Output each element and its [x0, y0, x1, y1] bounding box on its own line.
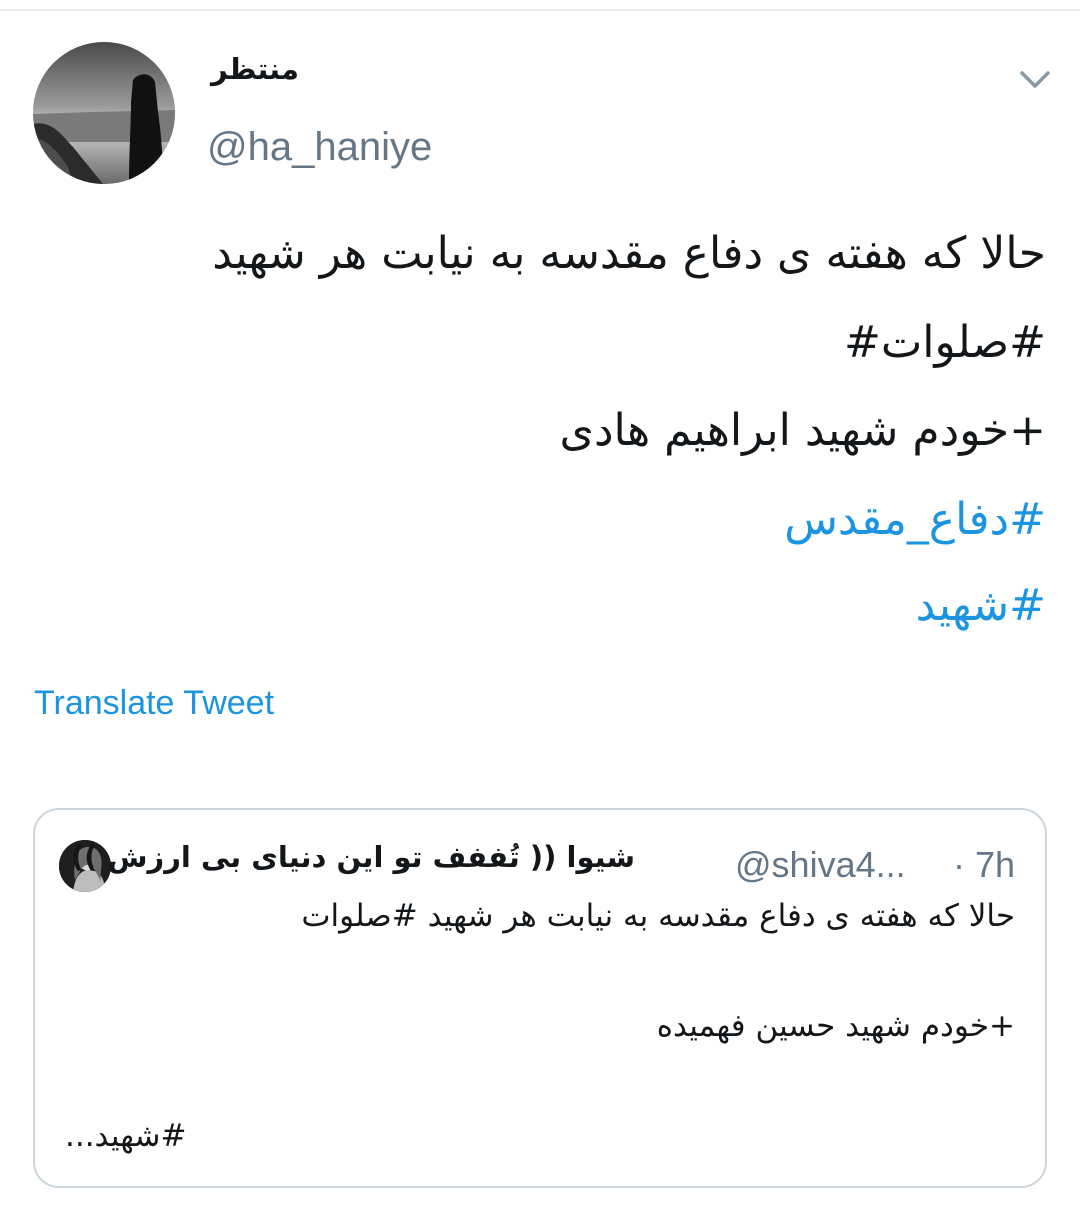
hashtag-salavat: #صلوات#: [843, 317, 1046, 368]
avatar-image: [33, 42, 175, 184]
tweet-text-line: حالا که هفته ی دفاع مقدسه به نیابت هر شه…: [212, 228, 1046, 279]
author-handle[interactable]: @ha_haniye: [207, 125, 432, 170]
divider: [0, 9, 1080, 11]
hashtag-link-defa-moghadas[interactable]: #دفاع_مقدس: [784, 494, 1046, 545]
quoted-text-line: حالا که هفته ی دفاع مقدسه به نیابت هر شه…: [301, 898, 1015, 934]
quoted-timestamp: · 7h: [953, 844, 1016, 885]
quoted-display-name: شیوا (( تُففف تو این دنیای بی ارزش )): [70, 840, 635, 874]
tweet-page: منتظر @ha_haniye حالا که هفته ی دفاع مقد…: [0, 0, 1080, 1210]
hashtag-link-shahid[interactable]: #شهید: [916, 580, 1046, 631]
author-display-name[interactable]: منتظر: [200, 52, 310, 86]
quoted-text-line: +خودم شهید حسین فهمیده: [656, 1008, 1015, 1044]
translate-tweet-link[interactable]: Translate Tweet: [34, 684, 274, 723]
chevron-down-icon[interactable]: [1016, 64, 1054, 94]
tweet-text-line: +خودم شهید ابراهیم هادی: [559, 405, 1047, 456]
quoted-tweet-card[interactable]: شیوا (( تُففف تو این دنیای بی ارزش )) @s…: [33, 808, 1047, 1188]
quoted-handle: @shiva4...: [735, 844, 906, 885]
quoted-text-truncated: #شهید...: [65, 1118, 187, 1154]
author-avatar[interactable]: [33, 42, 175, 184]
